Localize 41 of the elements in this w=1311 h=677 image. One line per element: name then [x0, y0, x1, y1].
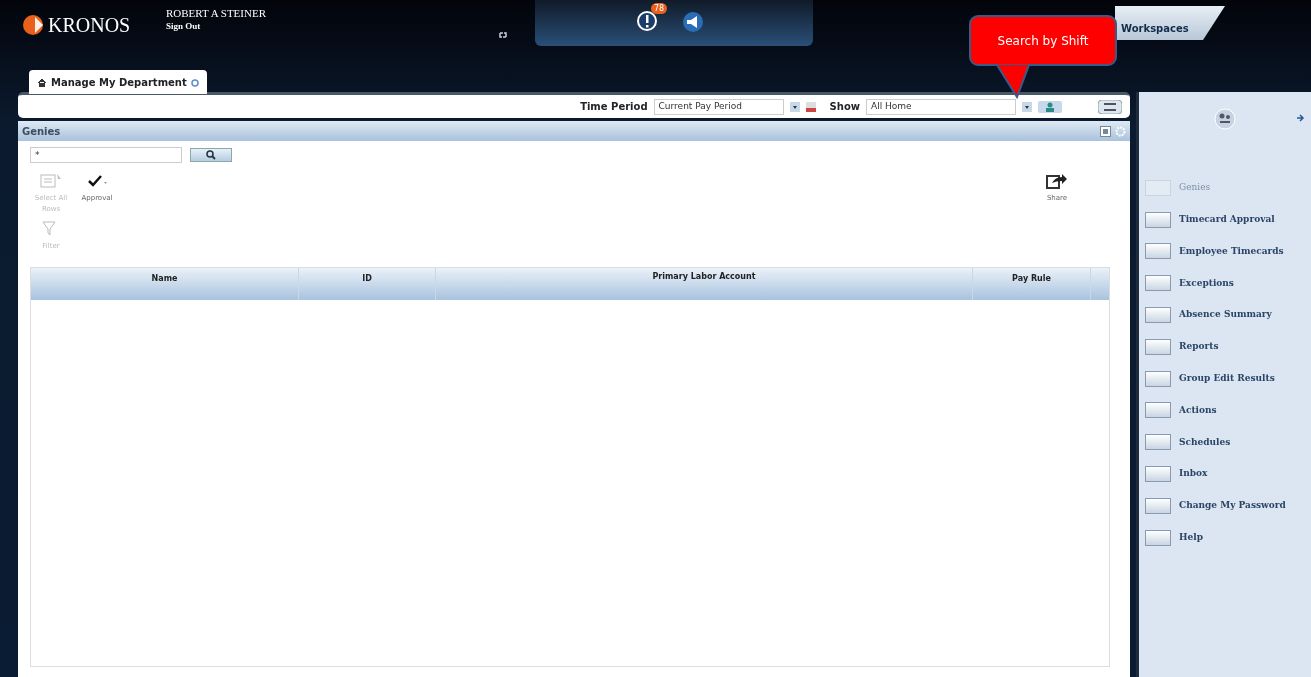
- dropdown-icon[interactable]: [1022, 101, 1032, 112]
- megaphone-icon[interactable]: [682, 11, 704, 33]
- column-header[interactable]: Name: [31, 267, 299, 300]
- search-button[interactable]: [190, 148, 232, 162]
- logo-text: KRONOS: [48, 13, 131, 38]
- collapse-arrow-icon[interactable]: [1297, 114, 1305, 122]
- sidebar-item[interactable]: Help: [1139, 521, 1311, 554]
- sidebar-item[interactable]: Group Edit Results: [1139, 362, 1311, 395]
- user-name: ROBERT A STEINER: [166, 7, 266, 19]
- maximize-icon[interactable]: [1100, 125, 1111, 137]
- show-label: Show: [829, 100, 860, 114]
- show-field[interactable]: All Home: [866, 98, 1016, 115]
- time-period-field[interactable]: Current Pay Period: [653, 98, 784, 115]
- sidebar-item[interactable]: Actions: [1139, 394, 1311, 427]
- sidebar-item[interactable]: Absence Summary: [1139, 299, 1311, 331]
- share-icon: [1046, 172, 1068, 190]
- sign-out-link[interactable]: Sign Out: [166, 21, 201, 31]
- notification-badge: 78: [651, 3, 668, 14]
- time-period-label: Time Period: [580, 100, 648, 114]
- workspaces-tab[interactable]: Workspaces: [1115, 6, 1225, 40]
- sidebar-item[interactable]: Change My Password: [1139, 489, 1311, 522]
- person-icon[interactable]: [1038, 100, 1062, 113]
- search-field[interactable]: *: [30, 147, 182, 163]
- tab[interactable]: Manage My Department: [29, 70, 207, 94]
- sidebar-item[interactable]: Timecard Approval: [1139, 203, 1311, 236]
- logo-icon: [22, 14, 44, 36]
- dropdown-icon[interactable]: [789, 101, 800, 112]
- column-header[interactable]: ID: [299, 267, 436, 300]
- sidebar-item[interactable]: Inbox: [1139, 458, 1311, 490]
- search-icon: [206, 150, 216, 160]
- column-header[interactable]: Primary Labor Account: [436, 267, 973, 300]
- sidebar-item[interactable]: Reports: [1139, 331, 1311, 363]
- panel-title: Genies: [22, 124, 61, 139]
- sidebar-item[interactable]: Schedules: [1139, 426, 1311, 459]
- home-icon: [37, 78, 47, 87]
- select-rows-icon: [40, 172, 62, 190]
- sidebar-item[interactable]: Employee Timecards: [1139, 235, 1311, 268]
- column-header[interactable]: Pay Rule: [973, 267, 1091, 300]
- calendar-icon[interactable]: [805, 101, 816, 112]
- callout-pointer: [995, 65, 1031, 99]
- sidebar-item[interactable]: Exceptions: [1139, 267, 1311, 300]
